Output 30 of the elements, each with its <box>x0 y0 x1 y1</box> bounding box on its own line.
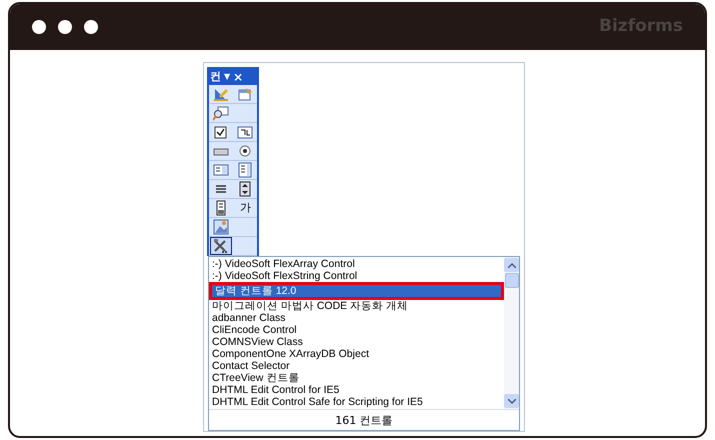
control-list-item[interactable]: :-) VideoSoft FlexArray Control <box>209 258 504 270</box>
control-list-item[interactable]: :-) VideoSoft FlexString Control <box>209 270 504 282</box>
close-glyph[interactable]: × <box>233 68 244 86</box>
control-list-item[interactable]: CTreeView 컨트롤 <box>209 372 504 384</box>
pencil-ruler-icon <box>212 86 229 102</box>
scrollbar[interactable] <box>504 257 519 409</box>
control-list-item[interactable]: DHTML Edit Control Safe for Scripting for IE5 <box>209 396 504 408</box>
control-list-item[interactable]: 마이그레이션 마법사 CODE 자동화 개체 <box>209 300 504 312</box>
list-box-icon <box>237 162 254 178</box>
control-list-item[interactable]: DHTML Edit Control for IE5 <box>209 384 504 396</box>
control-list-item[interactable]: 달력 컨트롤 12.0 <box>212 285 501 297</box>
checkbox-icon <box>212 124 229 140</box>
radio-icon <box>237 143 254 159</box>
control-list-item[interactable]: Contact Selector <box>209 360 504 372</box>
control-list-item[interactable]: CliEncode Control <box>209 324 504 336</box>
scroll-up-icon[interactable] <box>504 258 519 272</box>
scroll-down-icon[interactable] <box>504 394 519 408</box>
control-list-item[interactable]: adbanner Class <box>209 312 504 324</box>
toolbox-title: 컨 <box>210 68 221 85</box>
menu-glyph[interactable]: ▼ <box>224 71 230 83</box>
form-icon <box>237 86 254 102</box>
combo-box-icon <box>212 162 229 178</box>
spinner-icon <box>237 181 254 197</box>
frame-icon <box>237 124 254 140</box>
magnifier-icon <box>213 105 229 121</box>
control-count: 161 컨트롤 <box>209 409 519 430</box>
control-list-item[interactable]: ComponentOne XArrayDB Object <box>209 348 504 360</box>
scroll-thumb[interactable] <box>504 273 518 288</box>
tool-button[interactable] <box>210 237 232 255</box>
control-list-item[interactable]: COMNSView Class <box>209 336 504 348</box>
